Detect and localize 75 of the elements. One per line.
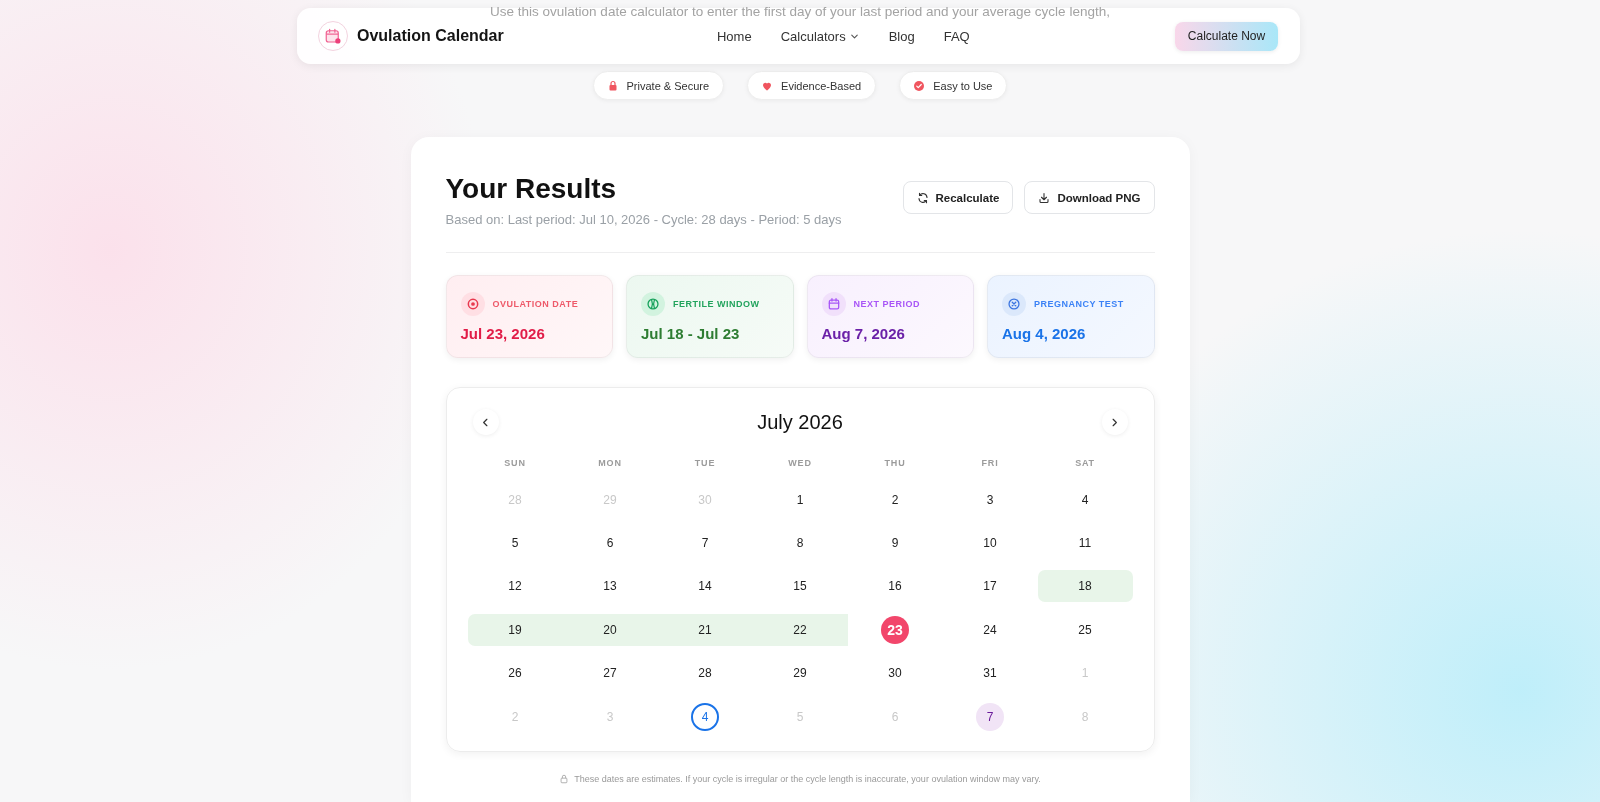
- calendar-day: 29: [793, 666, 807, 681]
- calendar-day: 13: [603, 579, 617, 594]
- badge-label: Easy to Use: [933, 79, 993, 92]
- calendar-day: 3: [986, 492, 994, 507]
- badge-label: Private & Secure: [626, 79, 710, 92]
- ovulation-day: 23: [881, 615, 909, 644]
- calendar-day: 24: [983, 622, 997, 637]
- calendar-day: 10: [983, 536, 997, 551]
- weekday-label: WED: [788, 458, 812, 468]
- calendar-day: 1: [796, 492, 804, 507]
- fertile-day: 18: [1037, 570, 1133, 603]
- stat-value: Jul 18 - Jul 23: [641, 325, 741, 342]
- calendar-day: 27: [603, 666, 617, 681]
- download-icon: [1038, 191, 1051, 204]
- stat-label: PREGNANCY TEST: [1034, 299, 1124, 309]
- ring-icon: [641, 292, 665, 316]
- site-title-link[interactable]: Ovulation Calendar: [357, 27, 504, 45]
- calendar-day: 5: [511, 536, 519, 551]
- next-period-day: 7: [976, 702, 1004, 731]
- nav-link[interactable]: Home: [716, 28, 752, 44]
- calendar-day: 30: [888, 666, 902, 681]
- calendar-day: 9: [891, 536, 899, 551]
- fertile-day: 21: [657, 613, 753, 646]
- calendar-day: 15: [793, 579, 807, 594]
- nav-link[interactable]: Blog: [888, 28, 915, 44]
- calendar-day: 12: [508, 579, 522, 594]
- stat-label: NEXT PERIOD: [853, 299, 920, 309]
- calendar-day: 28: [698, 666, 712, 681]
- calendar-day: 6: [606, 536, 614, 551]
- weekday-label: SUN: [504, 458, 526, 468]
- x-circle-icon: [1002, 292, 1026, 316]
- badge-label: Evidence-Based: [781, 79, 862, 92]
- logo-calendar-icon: [318, 21, 348, 51]
- intro-text: Use this ovulation date calculator to enter the first day of your last period and your average cycle length,: [490, 3, 1110, 21]
- calendar-day: 4: [1081, 492, 1089, 507]
- target-icon: [460, 292, 485, 316]
- check-circle-icon: [913, 79, 926, 92]
- calendar-day: 2: [891, 492, 899, 507]
- fertile-day: 22: [752, 613, 848, 646]
- chevron-right-icon[interactable]: [1101, 409, 1128, 435]
- nav-link[interactable]: FAQ: [943, 28, 970, 44]
- calculate-now-button[interactable]: Calculate Now: [1175, 21, 1278, 51]
- lock-icon: [559, 774, 570, 785]
- fertile-day: 19: [467, 613, 563, 646]
- month-title: July 2026: [757, 410, 843, 434]
- calendar-day: 11: [1078, 536, 1092, 551]
- disclaimer-text: These dates are estimates. If your cycle is irregular or the cycle length is inaccurate, your ovulation window may vary.: [574, 774, 1041, 785]
- weekday-label: FRI: [981, 458, 999, 468]
- stat-value: Aug 4, 2026: [1002, 325, 1087, 342]
- chevron-left-icon[interactable]: [472, 409, 499, 435]
- calendar-day: 7: [701, 536, 709, 551]
- calendar-day: 14: [698, 579, 712, 594]
- results-title: Your Results: [445, 172, 618, 206]
- calendar-day: 17: [983, 579, 997, 594]
- stat-label: FERTILE WINDOW: [673, 299, 760, 309]
- refresh-icon: [916, 191, 929, 204]
- weekday-label: THU: [884, 458, 906, 468]
- recalculate-button[interactable]: Recalculate: [902, 181, 1014, 214]
- stat-label: OVULATION DATE: [492, 299, 579, 309]
- calendar-day: 25: [1078, 622, 1092, 637]
- stat-value: Aug 7, 2026: [821, 325, 906, 342]
- download-button[interactable]: Download PNG: [1024, 181, 1155, 214]
- weekday-label: MON: [598, 458, 622, 468]
- calendar-day: 16: [888, 579, 902, 594]
- pregnancy-test-day: 4: [691, 702, 719, 731]
- stat-value: Jul 23, 2026: [460, 325, 546, 342]
- calendar-icon: [821, 292, 846, 316]
- nav-link[interactable]: Calculators: [780, 28, 860, 44]
- calendar-day: 8: [796, 536, 804, 551]
- fertile-day: 20: [562, 613, 658, 646]
- weekday-label: SAT: [1075, 458, 1095, 468]
- results-summary: Based on: Last period: Jul 10, 2026 - Cycle: 28 days - Period: 5 days: [445, 212, 842, 227]
- weekday-label: TUE: [694, 458, 716, 468]
- calendar-day: 31: [983, 666, 997, 681]
- calendar-day: 26: [508, 666, 522, 681]
